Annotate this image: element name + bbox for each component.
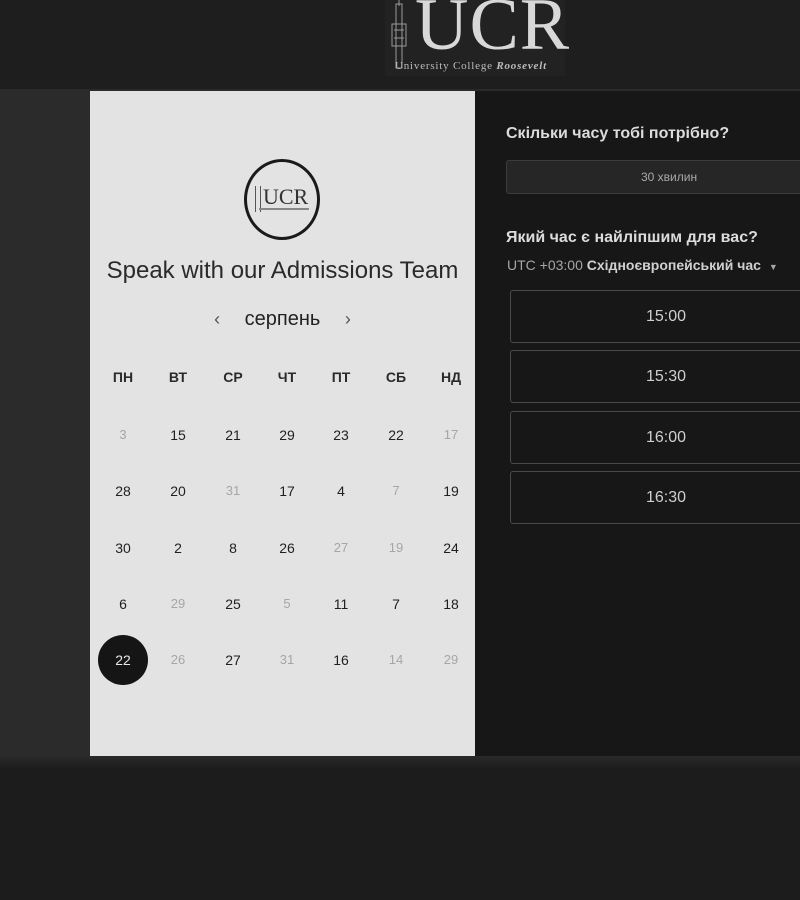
calendar-day[interactable]: 27 (213, 640, 253, 680)
booking-panel: Скільки часу тобі потрібно? 30 хвилин Як… (475, 91, 800, 756)
calendar-day: 27 (333, 540, 349, 555)
weekday-header: ПТ (331, 369, 351, 385)
time-question: Який час є найліпшим для вас? (506, 229, 758, 246)
calendar-day: 14 (388, 652, 404, 667)
chevron-left-icon[interactable]: ‹ (205, 309, 229, 330)
calendar-day[interactable]: 19 (431, 471, 471, 511)
calendar-day: 19 (388, 540, 404, 555)
timezone-name: Східноєвропейський час (586, 257, 761, 273)
calendar-day[interactable]: 24 (431, 528, 471, 568)
calendar-day: 17 (443, 427, 459, 442)
weekday-header: НД (440, 369, 462, 385)
time-slot-button[interactable]: 15:30 (510, 350, 800, 403)
calendar-day[interactable]: 21 (213, 415, 253, 455)
logo-text: UCR (415, 0, 571, 66)
calendar-day[interactable]: 15 (158, 415, 198, 455)
top-bar: UCR University College Roosevelt (0, 0, 800, 90)
calendar-day[interactable]: 26 (267, 528, 307, 568)
caret-down-icon: ▼ (768, 262, 778, 272)
month-label: серпень (244, 308, 321, 330)
ucr-circle-logo: UCR (244, 159, 320, 240)
timezone-offset: UTC +03:00 (507, 257, 583, 273)
calendar-day[interactable]: 30 (103, 528, 143, 568)
calendar-day[interactable]: 8 (213, 528, 253, 568)
calendar-day: 26 (170, 652, 186, 667)
weekday-header: СР (223, 369, 243, 385)
calendar-day: 31 (279, 652, 295, 667)
selected-day[interactable]: 22 (98, 635, 148, 685)
calendar-day: 5 (283, 596, 291, 611)
logo-tagline-line (259, 208, 309, 210)
time-slot-button[interactable]: 15:00 (510, 290, 800, 343)
calendar-day[interactable]: 16 (321, 640, 361, 680)
calendar-day[interactable]: 18 (431, 584, 471, 624)
month-navigator: ‹ серпень › (90, 308, 475, 331)
weekday-header: ЧТ (277, 369, 297, 385)
weekday-header: СБ (385, 369, 407, 385)
calendar-panel: UCR Speak with our Admissions Team ‹ сер… (90, 91, 475, 756)
calendar-day[interactable]: 17 (267, 471, 307, 511)
calendar-day[interactable]: 29 (267, 415, 307, 455)
weekday-header: ВТ (168, 369, 188, 385)
timezone-select[interactable]: UTC +03:00 Східноєвропейський час ▼ (507, 257, 778, 273)
calendar-day[interactable]: 28 (103, 471, 143, 511)
duration-select[interactable]: 30 хвилин (506, 160, 800, 194)
calendar-day[interactable]: 2 (158, 528, 198, 568)
page-title: Speak with our Admissions Team (106, 257, 459, 284)
calendar-day[interactable]: 20 (158, 471, 198, 511)
calendar-day[interactable]: 7 (376, 584, 416, 624)
calendar-day[interactable]: 11 (321, 584, 361, 624)
time-slot-button[interactable]: 16:30 (510, 471, 800, 524)
calendar-day: 29 (170, 596, 186, 611)
chevron-right-icon[interactable]: › (336, 309, 360, 330)
calendar-day[interactable]: 6 (103, 584, 143, 624)
calendar-day[interactable]: 4 (321, 471, 361, 511)
weekday-header: ПН (112, 369, 134, 385)
calendar-day: 7 (392, 483, 400, 498)
calendar-day[interactable]: 23 (321, 415, 361, 455)
ucr-logo[interactable]: UCR University College Roosevelt (385, 0, 569, 76)
calendar-day: 31 (225, 483, 241, 498)
calendar-day[interactable]: 22 (376, 415, 416, 455)
calendar-day[interactable]: 25 (213, 584, 253, 624)
small-logo-text: UCR (263, 184, 309, 209)
calendar-day: 29 (443, 652, 459, 667)
logo-tagline: University College Roosevelt (395, 60, 547, 72)
duration-question: Скільки часу тобі потрібно? (506, 125, 730, 142)
time-slot-button[interactable]: 16:00 (510, 411, 800, 464)
panel-shadow (0, 756, 800, 770)
calendar-day: 3 (119, 427, 127, 442)
